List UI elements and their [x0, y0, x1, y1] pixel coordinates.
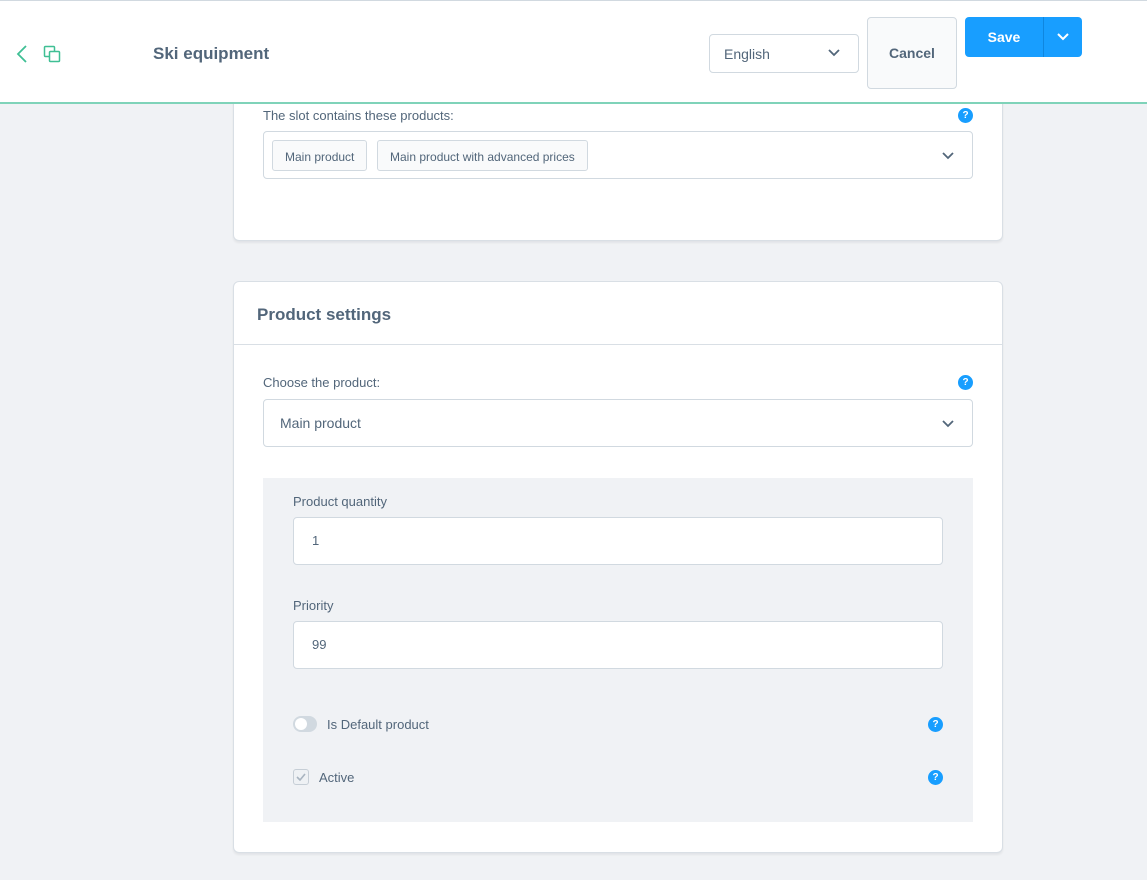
save-button[interactable]: Save — [965, 17, 1043, 57]
product-options-panel: Product quantity 1 Priority 99 Is Defaul… — [263, 478, 973, 822]
toggle-knob — [295, 718, 307, 730]
slot-products-multiselect[interactable]: Main product Main product with advanced … — [263, 131, 973, 179]
chevron-down-icon — [1057, 33, 1069, 41]
back-icon[interactable] — [14, 43, 32, 65]
card-header: Product settings — [234, 282, 1002, 345]
help-icon[interactable]: ? — [928, 770, 943, 785]
product-select[interactable]: Main product — [263, 399, 973, 447]
chevron-down-icon — [828, 49, 840, 57]
save-options-button[interactable] — [1043, 17, 1082, 57]
help-icon[interactable]: ? — [958, 108, 973, 123]
language-select[interactable]: English — [709, 34, 859, 73]
priority-label: Priority — [293, 598, 334, 613]
product-tag[interactable]: Main product with advanced prices — [377, 140, 588, 171]
copy-icon[interactable] — [43, 45, 61, 63]
product-select-value: Main product — [280, 415, 361, 431]
default-product-toggle[interactable] — [293, 716, 317, 732]
card-title: Product settings — [257, 305, 392, 324]
default-product-label: Is Default product — [327, 717, 429, 732]
priority-input[interactable]: 99 — [293, 621, 943, 669]
chevron-down-icon — [942, 152, 954, 160]
help-icon[interactable]: ? — [928, 717, 943, 732]
active-checkbox[interactable] — [293, 769, 309, 785]
page-title: Ski equipment — [153, 44, 270, 63]
chevron-down-icon — [942, 420, 954, 428]
product-settings-card: Product settings Choose the product: ? M… — [233, 281, 1003, 853]
cancel-button[interactable]: Cancel — [867, 17, 957, 89]
active-label: Active — [319, 770, 355, 785]
quantity-label: Product quantity — [293, 494, 387, 509]
top-bar: Ski equipment English Cancel Save — [0, 0, 1147, 104]
help-icon[interactable]: ? — [958, 375, 973, 390]
product-tag[interactable]: Main product — [272, 140, 368, 171]
language-select-value: English — [724, 46, 770, 62]
slot-products-card: The slot contains these products: ? Main… — [233, 80, 1003, 241]
choose-product-label: Choose the product: — [263, 375, 381, 390]
slot-products-label: The slot contains these products: — [263, 108, 454, 123]
checkmark-icon — [296, 773, 306, 781]
quantity-input[interactable]: 1 — [293, 517, 943, 565]
